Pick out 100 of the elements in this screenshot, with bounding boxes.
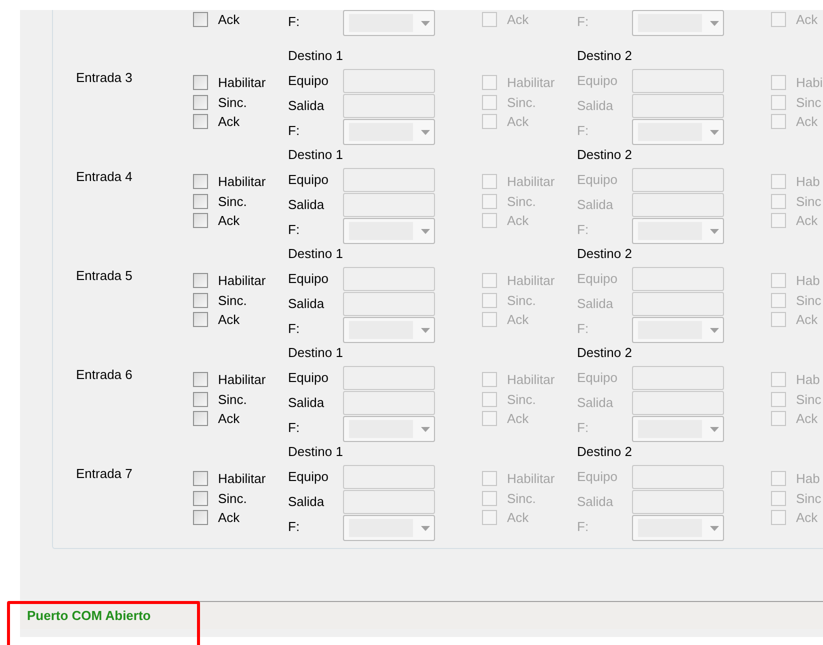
checkbox-label: Ack — [796, 312, 818, 328]
dropdown-field[interactable] — [632, 416, 724, 442]
checkbox[interactable] — [193, 194, 208, 209]
field-label: Equipo — [288, 270, 330, 286]
caret-icon — [710, 526, 719, 530]
checkbox-label: Sinc — [796, 194, 822, 209]
dropdown-field[interactable] — [343, 515, 435, 541]
field-label: F: — [577, 320, 590, 336]
caret-icon — [710, 426, 719, 432]
input-label: Entrada 7 — [76, 466, 132, 481]
checkbox[interactable] — [193, 292, 208, 308]
field-label: F: — [577, 122, 590, 138]
checkbox-label: Sinc. — [507, 392, 536, 407]
dropdown-field[interactable] — [343, 317, 435, 343]
checkbox[interactable] — [193, 471, 208, 486]
input-label: Entrada 5 — [76, 268, 132, 283]
dropdown-field[interactable] — [632, 317, 724, 343]
input-label: Entrada 3 — [76, 70, 132, 85]
field-label: Equipo — [288, 468, 330, 484]
dropdown-field[interactable] — [632, 515, 724, 541]
checkbox-label: Sinc. — [218, 392, 247, 407]
checkbox[interactable] — [193, 273, 208, 288]
field-label: F: — [288, 320, 301, 336]
dropdown-field[interactable] — [343, 218, 435, 244]
checkbox-label: Habilitar — [507, 471, 555, 486]
dropdown-field[interactable] — [343, 119, 435, 145]
checkbox-label: Hab — [796, 471, 820, 486]
caret-icon — [421, 228, 430, 234]
field-label: Equipo — [577, 171, 618, 187]
caret-icon — [421, 526, 430, 530]
field-label: F: — [288, 518, 301, 534]
destination-header: Destino 2 — [577, 147, 632, 162]
field-label: Salida — [288, 97, 326, 113]
field-label: Equipo — [577, 270, 618, 286]
field-label: Equipo — [288, 369, 330, 385]
checkbox-label: Sinc. — [218, 292, 247, 308]
caret-icon — [710, 328, 719, 332]
checkbox-label: Hab — [796, 273, 820, 288]
status-text: Puerto COM Abierto — [27, 608, 151, 623]
checkbox-label: Habilitar — [507, 75, 555, 90]
destination-header: Destino 1 — [288, 246, 343, 261]
caret-icon — [421, 130, 430, 134]
input-label: Entrada 6 — [76, 367, 132, 382]
field-label: F: — [288, 221, 301, 237]
checkbox[interactable] — [193, 213, 208, 228]
field-label: Salida — [577, 493, 614, 509]
checkbox-label: Sinc — [796, 94, 822, 110]
field-label: F: — [577, 419, 590, 435]
destination-header: Destino 1 — [288, 147, 343, 162]
dropdown-field[interactable] — [343, 416, 435, 442]
checkbox-label: Hab — [796, 174, 820, 190]
checkbox-label: Sinc. — [218, 490, 247, 506]
checkbox[interactable] — [193, 12, 208, 28]
checkbox-label: Sinc. — [507, 194, 536, 209]
field-label: F: — [288, 419, 301, 435]
caret-icon — [710, 228, 719, 234]
checkbox-label: Ack — [796, 411, 818, 426]
checkbox[interactable] — [193, 372, 208, 388]
checkbox-label: Hab — [796, 372, 820, 388]
checkbox[interactable] — [193, 94, 208, 110]
checkbox[interactable] — [193, 174, 208, 190]
checkbox-label: Ack — [507, 114, 529, 130]
dropdown-field[interactable] — [343, 10, 435, 36]
checkbox[interactable] — [193, 510, 208, 526]
destination-header: Destino 2 — [577, 246, 632, 261]
input-label: Entrada 4 — [76, 169, 132, 184]
checkbox-label: Ack — [218, 312, 240, 328]
checkbox[interactable] — [193, 411, 208, 426]
checkbox-label: Habi — [796, 75, 823, 90]
checkbox-label: Sinc — [796, 490, 822, 506]
checkbox-label: Sinc. — [507, 490, 536, 506]
field-label: Salida — [288, 295, 326, 311]
dropdown-field[interactable] — [632, 119, 724, 145]
checkbox[interactable] — [193, 75, 208, 90]
checkbox[interactable] — [193, 114, 208, 130]
checkbox-label: Sinc. — [507, 94, 536, 110]
field-label: F: — [288, 13, 301, 29]
dropdown-field[interactable] — [632, 218, 724, 244]
checkbox-label: Sinc — [796, 392, 822, 407]
checkbox-label: Sinc — [796, 292, 822, 308]
field-label: Salida — [577, 394, 614, 410]
field-label: Salida — [288, 196, 326, 212]
caret-icon — [710, 20, 719, 26]
field-label: Equipo — [288, 72, 330, 88]
checkbox[interactable] — [193, 312, 208, 328]
checkbox-label: Habilitar — [218, 273, 266, 288]
checkbox-label: Ack — [796, 114, 818, 130]
checkbox[interactable] — [193, 392, 208, 407]
checkbox-label: Ack — [507, 213, 529, 228]
field-label: Equipo — [577, 468, 618, 484]
destination-header: Destino 1 — [288, 345, 343, 360]
dropdown-field[interactable] — [632, 10, 724, 36]
checkbox-label: Ack — [796, 12, 818, 28]
field-label: Salida — [288, 394, 326, 410]
field-label: Equipo — [288, 171, 330, 187]
checkbox[interactable] — [193, 490, 208, 506]
field-label: Salida — [288, 493, 326, 509]
checkbox-label: Ack — [507, 411, 529, 426]
checkbox-label: Sinc. — [507, 292, 536, 308]
checkbox-label: Habilitar — [507, 273, 555, 288]
